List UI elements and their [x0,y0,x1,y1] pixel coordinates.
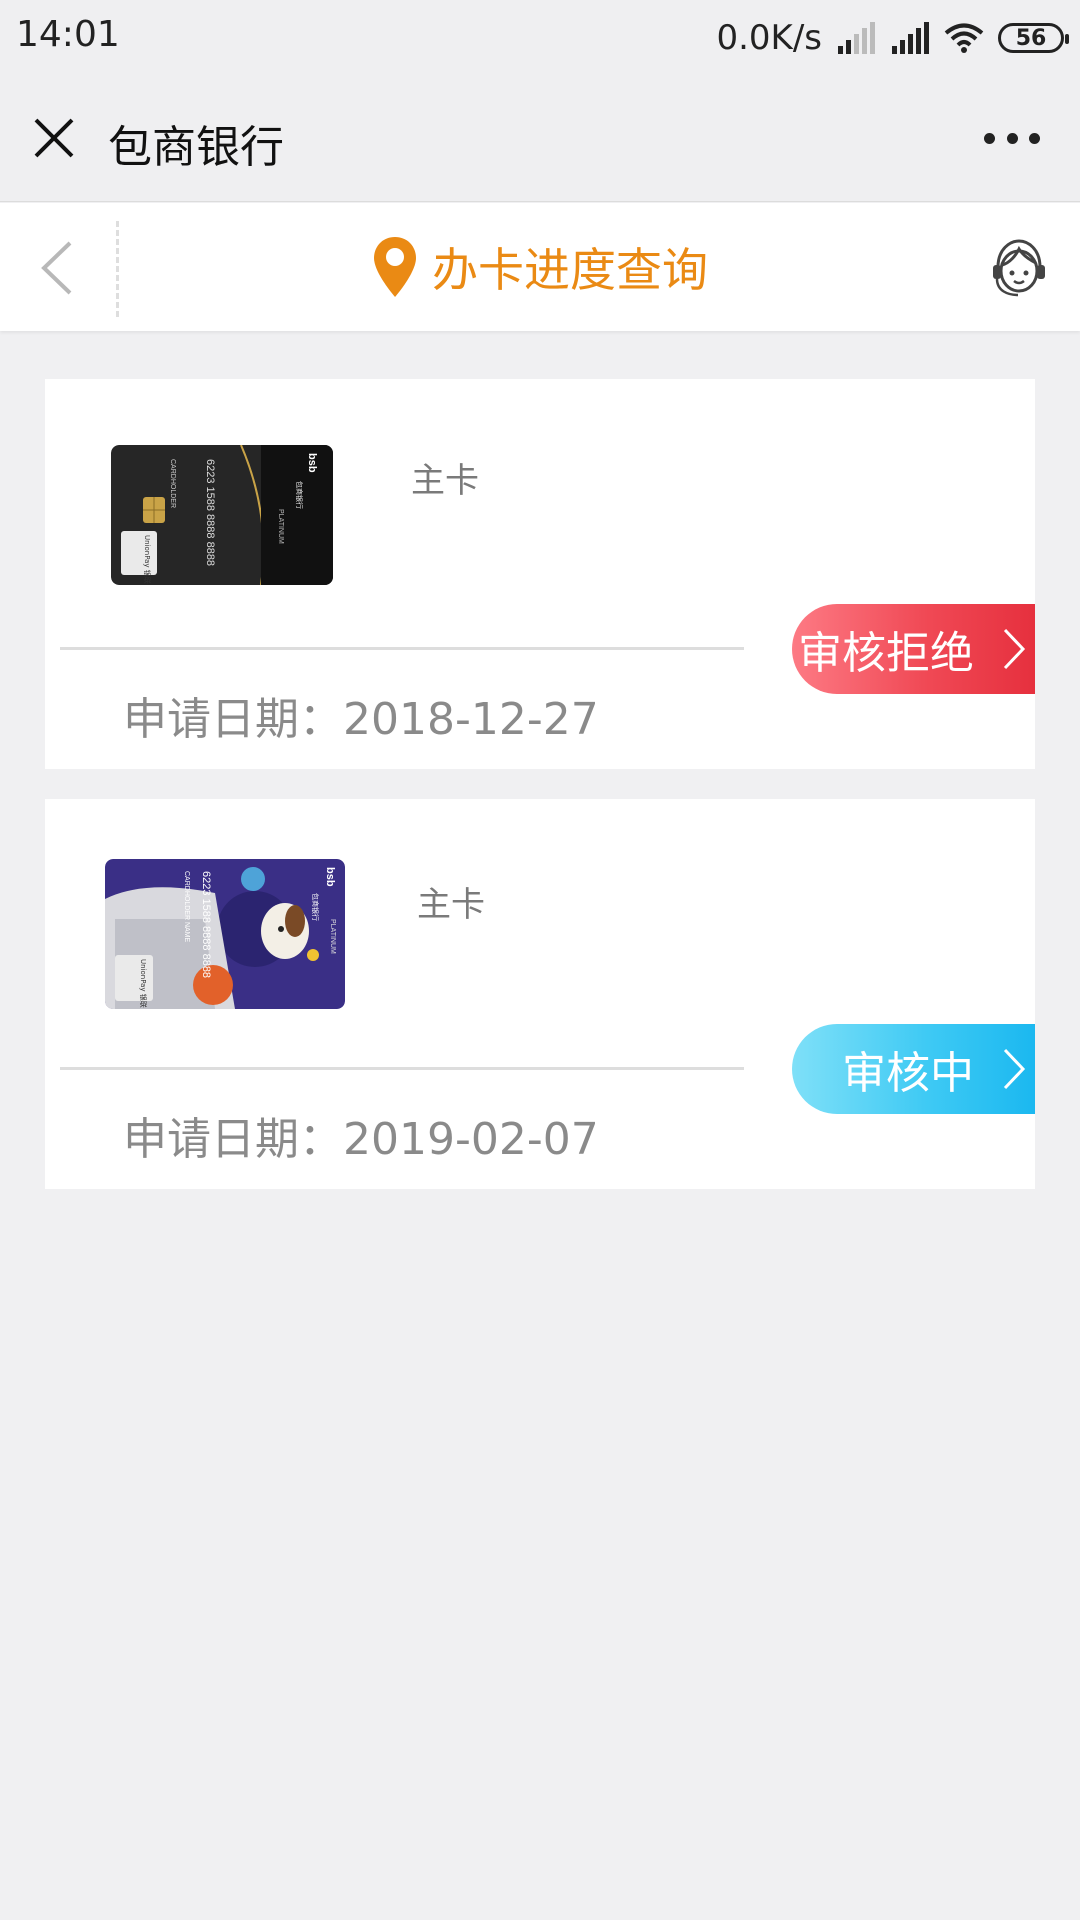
divider [60,1067,744,1070]
apply-date: 申请日期：2019-02-07 [123,1114,599,1165]
card-holder-text: CARDHOLDER NAME [183,871,190,943]
apply-date: 申请日期：2018-12-27 [123,694,599,745]
signal-icon [838,22,875,54]
wifi-icon [944,23,984,53]
application-card[interactable]: 6223 1588 8888 8888 CARDHOLDER NAME bsb … [45,799,1035,1189]
bank-name-text: 包商银行 [295,481,304,509]
more-dot [1029,132,1040,144]
bank-logo-text: bsb [306,453,318,473]
bank-name-text: 包商银行 [311,893,320,921]
page-title: 办卡进度查询 [432,243,708,297]
card-tier-text: PLATINUM [329,919,336,954]
card-number-text: 6223 1588 8888 8888 [200,871,212,978]
battery-level: 56 [1015,25,1047,51]
card-holder-text: CARDHOLDER [169,459,176,508]
card-number-text: 6223 1588 8888 8888 [204,459,216,566]
more-icon[interactable] [984,130,1040,146]
chevron-right-icon [1003,628,1026,670]
status-right: 0.0K/s 56 [716,14,1069,62]
credit-card-image: 6223 1588 8888 8888 CARDHOLDER bsb 包商银行 … [111,445,333,585]
card-type-label: 主卡 [417,885,485,925]
credit-card-image: 6223 1588 8888 8888 CARDHOLDER NAME bsb … [105,859,345,1009]
location-pin-icon [374,237,416,297]
app-title: 包商银行 [108,122,284,173]
status-button-rejected[interactable]: 审核拒绝 [792,604,1035,694]
status-label: 审核中 [842,1048,974,1099]
status-time: 14:01 [16,14,120,55]
black-platinum-card-art: 6223 1588 8888 8888 CARDHOLDER bsb 包商银行 … [111,445,333,585]
chevron-right-icon [1003,1048,1026,1090]
application-card[interactable]: 6223 1588 8888 8888 CARDHOLDER bsb 包商银行 … [45,379,1035,769]
bank-logo-text: bsb [324,867,336,887]
customer-service-icon[interactable] [988,237,1050,303]
network-speed: 0.0K/s [716,18,822,58]
page-title-group: 办卡进度查询 [0,203,1080,331]
unionpay-text: UnionPay 银联 [143,535,152,584]
battery-icon: 56 [998,23,1069,53]
astronaut-dog-card-art: 6223 1588 8888 8888 CARDHOLDER NAME bsb … [105,859,345,1009]
card-tier-text: PLATINUM [277,509,284,544]
status-bar: 14:01 0.0K/s 56 [0,0,1080,76]
app-bar: 包商银行 [0,76,1080,202]
page-nav: 办卡进度查询 [0,203,1080,331]
status-button-reviewing[interactable]: 审核中 [792,1024,1035,1114]
more-dot [1006,132,1018,144]
signal-icon [892,22,929,54]
unionpay-text: UnionPay 银联 [139,959,148,1008]
divider [60,647,744,650]
more-dot [984,132,995,144]
card-type-label: 主卡 [411,461,479,501]
status-label: 审核拒绝 [798,628,974,679]
close-icon[interactable] [28,112,80,164]
